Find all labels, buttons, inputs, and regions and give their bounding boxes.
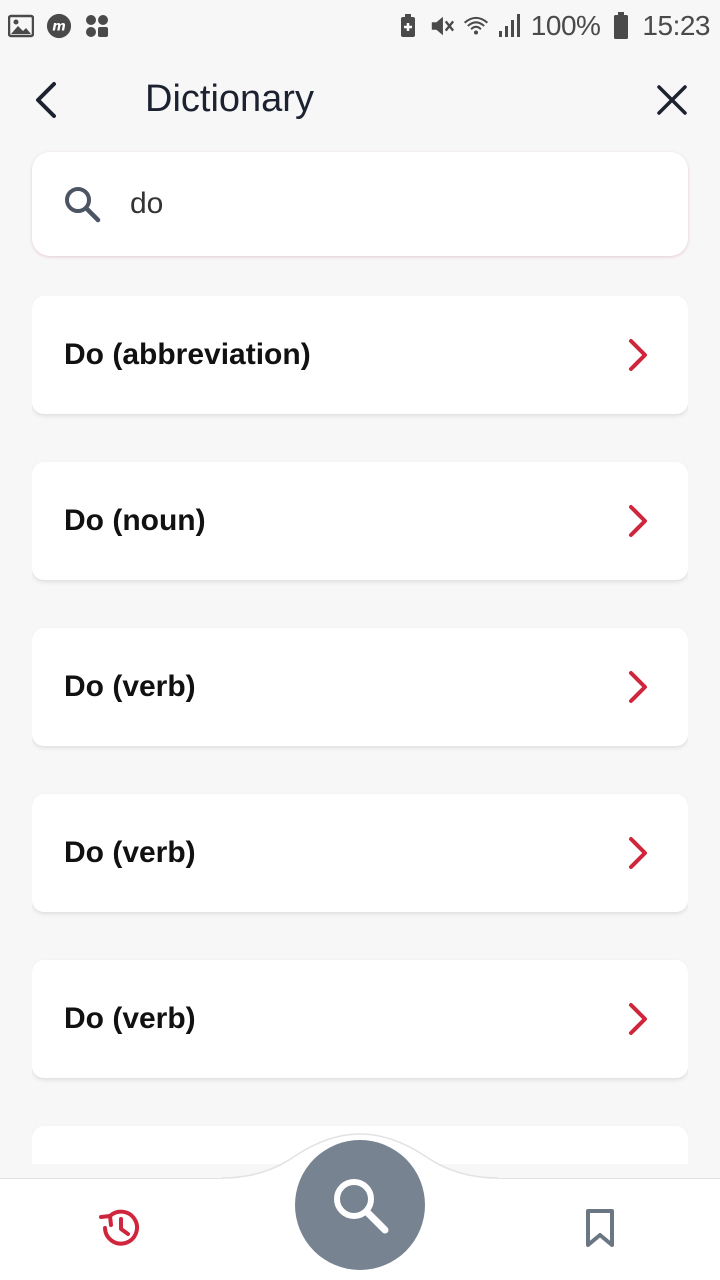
bookmark-icon: [586, 1209, 614, 1247]
result-label: Do (verb): [64, 670, 196, 703]
search-input[interactable]: [130, 187, 610, 221]
close-button[interactable]: [650, 78, 694, 122]
signal-icon: [497, 13, 523, 39]
search-fab-button[interactable]: [295, 1140, 425, 1270]
chevron-right-icon: [629, 505, 647, 537]
chevron-right-icon: [629, 339, 647, 371]
battery-saver-icon: [395, 13, 421, 39]
back-arrow-icon: [36, 82, 56, 118]
result-label: Do (noun): [64, 504, 206, 537]
svg-text:m: m: [52, 20, 66, 35]
status-bar: m 100% 15:23: [0, 0, 720, 52]
search-icon: [62, 184, 102, 224]
search-icon: [334, 1179, 389, 1234]
battery-icon: [608, 12, 634, 39]
status-left: m: [8, 13, 110, 39]
results-list: Do (abbreviation) Do (noun) Do (verb) Do…: [32, 296, 688, 1164]
battery-percent: 100%: [530, 10, 601, 41]
chevron-right-icon: [629, 837, 647, 869]
mute-icon: [429, 13, 455, 39]
list-item[interactable]: Do (verb): [32, 794, 688, 912]
history-button[interactable]: [96, 1204, 144, 1252]
app-header: Dictionary: [0, 60, 720, 144]
m-app-icon: m: [46, 13, 72, 39]
result-label: Do (verb): [64, 836, 196, 869]
list-item[interactable]: Do (verb): [32, 628, 688, 746]
wifi-icon: [463, 13, 489, 39]
list-item[interactable]: Do (noun): [32, 462, 688, 580]
chevron-right-icon: [629, 1003, 647, 1035]
gallery-icon: [8, 13, 34, 39]
bookmark-button[interactable]: [580, 1204, 620, 1252]
page-title: Dictionary: [145, 78, 314, 120]
close-icon: [657, 85, 687, 115]
search-box[interactable]: [32, 152, 688, 256]
chevron-right-icon: [629, 671, 647, 703]
list-item[interactable]: Do (verb): [32, 960, 688, 1078]
result-label: Do (abbreviation): [64, 338, 311, 371]
dictionary-screen: m 100% 15:23 Dictionary do Do (abbreviat…: [0, 0, 720, 1280]
history-icon: [99, 1209, 139, 1246]
clock: 15:23: [642, 10, 710, 41]
back-button[interactable]: [24, 78, 68, 122]
list-item[interactable]: Do (abbreviation): [32, 296, 688, 414]
status-right: 100% 15:23: [395, 10, 710, 42]
result-label: Do (verb): [64, 1002, 196, 1035]
apps-dots-icon: [84, 13, 110, 39]
